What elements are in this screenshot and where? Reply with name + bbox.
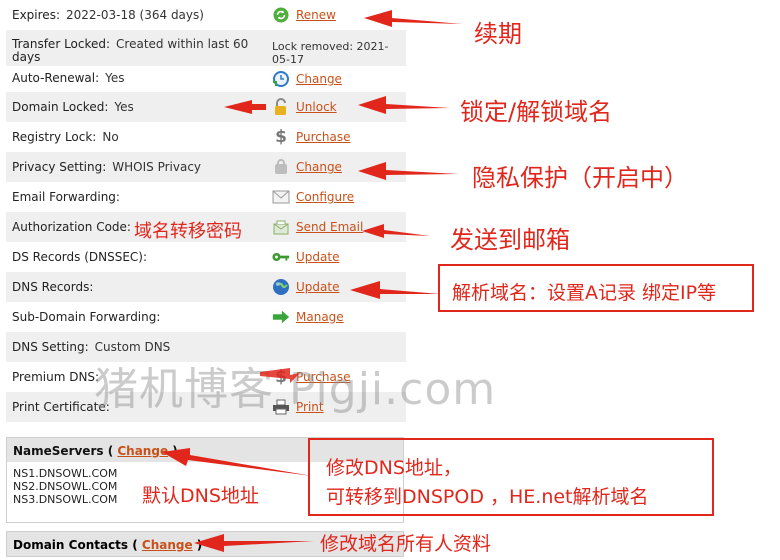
unlock-link[interactable]: Unlock xyxy=(296,100,337,114)
domain-contacts-title: Domain Contacts xyxy=(13,538,129,552)
row-value: Created within last 60 xyxy=(116,37,249,51)
row-value-cont: days xyxy=(12,50,41,64)
row-value: 2022-03-18 (364 days) xyxy=(65,8,204,22)
mail-send-icon xyxy=(272,218,290,236)
row-registry-lock: Registry Lock: No $ Purchase xyxy=(6,122,406,152)
email-forwarding-configure-link[interactable]: Configure xyxy=(296,190,354,204)
globe-icon xyxy=(272,278,290,296)
arrow-right-icon xyxy=(272,308,290,326)
row-label: Registry Lock: xyxy=(12,130,97,144)
annotation-lock: 锁定/解锁域名 xyxy=(460,98,613,126)
row-label: Transfer Locked: xyxy=(12,37,111,51)
row-label: Domain Locked: xyxy=(12,100,109,114)
annotation-send-email: 发送到邮箱 xyxy=(450,226,570,254)
annotation-ns-edit-line2: 可转移到DNSPOD ，HE.net解析域名 xyxy=(326,486,649,508)
row-value: WHOIS Privacy xyxy=(112,160,202,174)
dollar-icon: $ xyxy=(275,127,287,147)
row-label: Premium DNS: xyxy=(12,370,100,384)
row-transfer-locked: Transfer Locked: Created within last 60 da… xyxy=(6,30,406,66)
clock-icon xyxy=(272,70,290,88)
row-label: Sub-Domain Forwarding: xyxy=(12,310,161,324)
nameservers-change-link[interactable]: Change xyxy=(117,444,168,458)
row-label: DNS Setting: xyxy=(12,340,89,354)
row-privacy-setting: Privacy Setting: WHOIS Privacy Change xyxy=(6,152,406,182)
ds-records-update-link[interactable]: Update xyxy=(296,250,339,264)
dns-records-update-link[interactable]: Update xyxy=(296,280,339,294)
row-label: Auto-Renewal: xyxy=(12,71,100,85)
envelope-icon xyxy=(272,188,290,206)
auto-renewal-change-link[interactable]: Change xyxy=(296,72,342,86)
row-value: No xyxy=(102,130,119,144)
lock-icon xyxy=(272,98,290,116)
lock-removed-date: 05-17 xyxy=(272,53,304,66)
registry-lock-purchase-link[interactable]: Purchase xyxy=(296,130,351,144)
annotation-renew: 续期 xyxy=(474,20,522,48)
send-email-link[interactable]: Send Email xyxy=(296,220,363,234)
row-label: Privacy Setting: xyxy=(12,160,107,174)
subdomain-manage-link[interactable]: Manage xyxy=(296,310,344,324)
domain-contacts-change-link[interactable]: Change xyxy=(142,538,193,552)
row-subdomain-forwarding: Sub-Domain Forwarding: Manage xyxy=(6,302,406,332)
privacy-change-link[interactable]: Change xyxy=(296,160,342,174)
row-value: Custom DNS xyxy=(94,340,171,354)
row-dns-records: DNS Records: Update xyxy=(6,272,406,302)
row-label: Email Forwarding: xyxy=(12,190,120,204)
row-label: DS Records (DNSSEC): xyxy=(12,250,148,264)
renew-icon[interactable] xyxy=(272,6,290,24)
row-label: Authorization Code: xyxy=(12,220,131,234)
annotation-auth-code: 域名转移密码 xyxy=(134,221,242,242)
key-icon xyxy=(272,248,290,266)
row-auto-renewal: Auto-Renewal: Yes Change xyxy=(6,66,406,92)
row-ds-records: DS Records (DNSSEC): Update xyxy=(6,242,406,272)
row-value: Yes xyxy=(105,71,125,85)
annotation-ns-edit-line1: 修改DNS地址， xyxy=(326,457,462,479)
row-expires: Expires: 2022-03-18 (364 days) Renew xyxy=(6,0,406,30)
annotation-dns-records: 解析域名：设置A记录 绑定IP等 xyxy=(452,282,717,304)
annotation-ns-default: 默认DNS地址 xyxy=(142,485,259,507)
row-label: Expires: xyxy=(12,8,60,22)
row-value: Yes xyxy=(114,100,134,114)
lock-removed-text: Lock removed: 2021- xyxy=(272,40,389,53)
row-domain-locked: Domain Locked: Yes Unlock xyxy=(6,92,406,122)
row-email-forwarding: Email Forwarding: Configure xyxy=(6,182,406,212)
watermark: 猪机博客 Pigji.com xyxy=(94,364,497,415)
row-label: DNS Records: xyxy=(12,280,94,294)
nameservers-title: NameServers xyxy=(13,444,104,458)
annotation-privacy: 隐私保护（开启中） xyxy=(472,164,688,192)
privacy-icon xyxy=(272,158,290,176)
renew-link[interactable]: Renew xyxy=(296,8,336,22)
annotation-contacts: 修改域名所有人资料 xyxy=(320,533,492,555)
